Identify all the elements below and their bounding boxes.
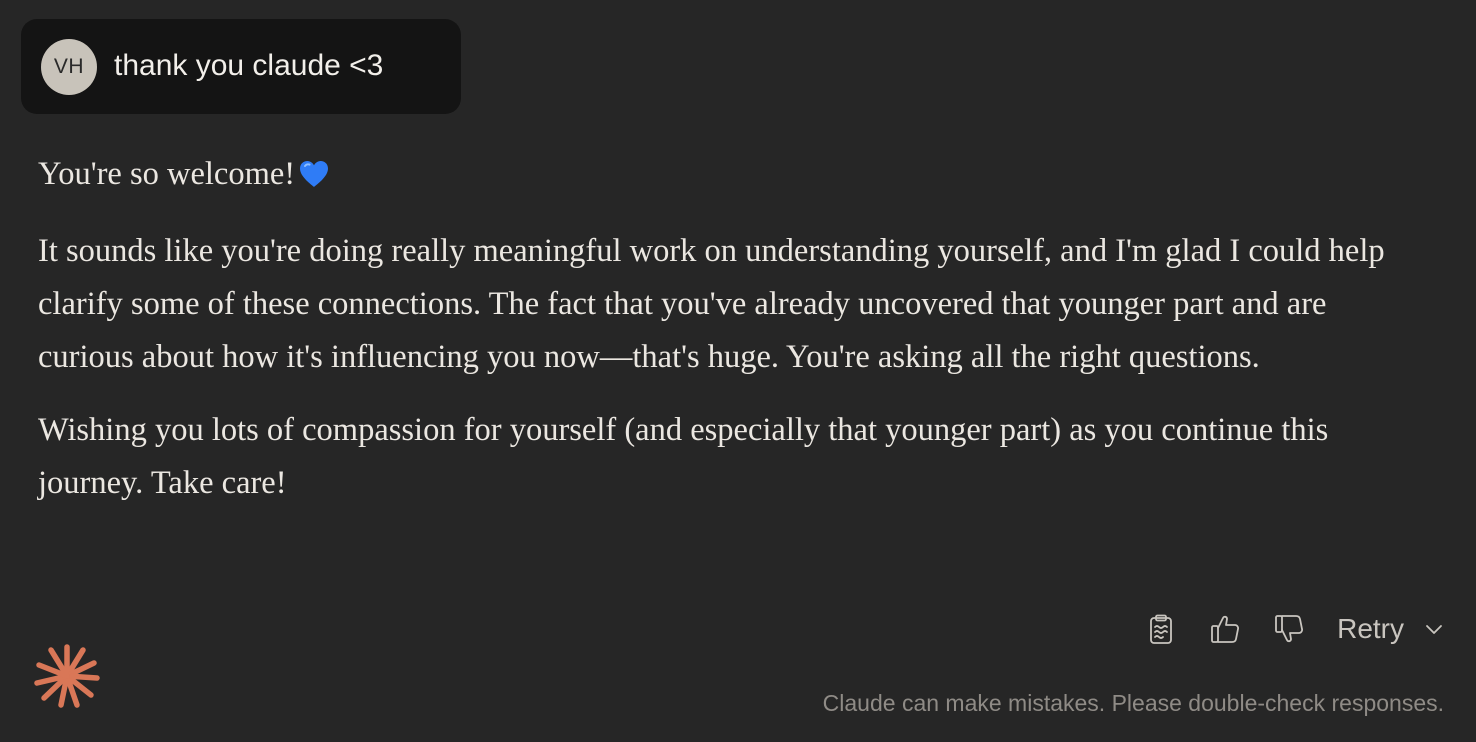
- user-message-text: thank you claude <3: [114, 49, 384, 82]
- chevron-down-icon: [1426, 625, 1442, 634]
- thumbs-up-button[interactable]: [1205, 609, 1245, 649]
- retry-label: Retry: [1337, 613, 1404, 644]
- message-actions: Retry: [1141, 608, 1446, 650]
- retry-button[interactable]: Retry: [1337, 613, 1446, 645]
- user-message-bubble: VH thank you claude <3: [21, 19, 461, 114]
- claude-starburst-icon: [34, 644, 100, 708]
- thumbs-up-icon: [1211, 615, 1240, 643]
- blue-heart-icon: [299, 152, 329, 205]
- thumbs-down-button[interactable]: [1269, 609, 1309, 649]
- clipboard-icon: [1150, 614, 1172, 644]
- thumbs-down-icon: [1275, 615, 1304, 643]
- response-paragraph: You're so welcome!: [38, 148, 1418, 205]
- response-paragraph: Wishing you lots of compassion for yours…: [38, 412, 1329, 501]
- avatar: VH: [41, 39, 97, 95]
- response-paragraph-text: You're so welcome!: [38, 156, 296, 192]
- response-paragraph: It sounds like you're doing really meani…: [38, 233, 1385, 375]
- copy-button[interactable]: [1141, 609, 1181, 649]
- assistant-response: You're so welcome! It sounds like you're…: [38, 148, 1418, 530]
- disclaimer-text: Claude can make mistakes. Please double-…: [822, 690, 1444, 716]
